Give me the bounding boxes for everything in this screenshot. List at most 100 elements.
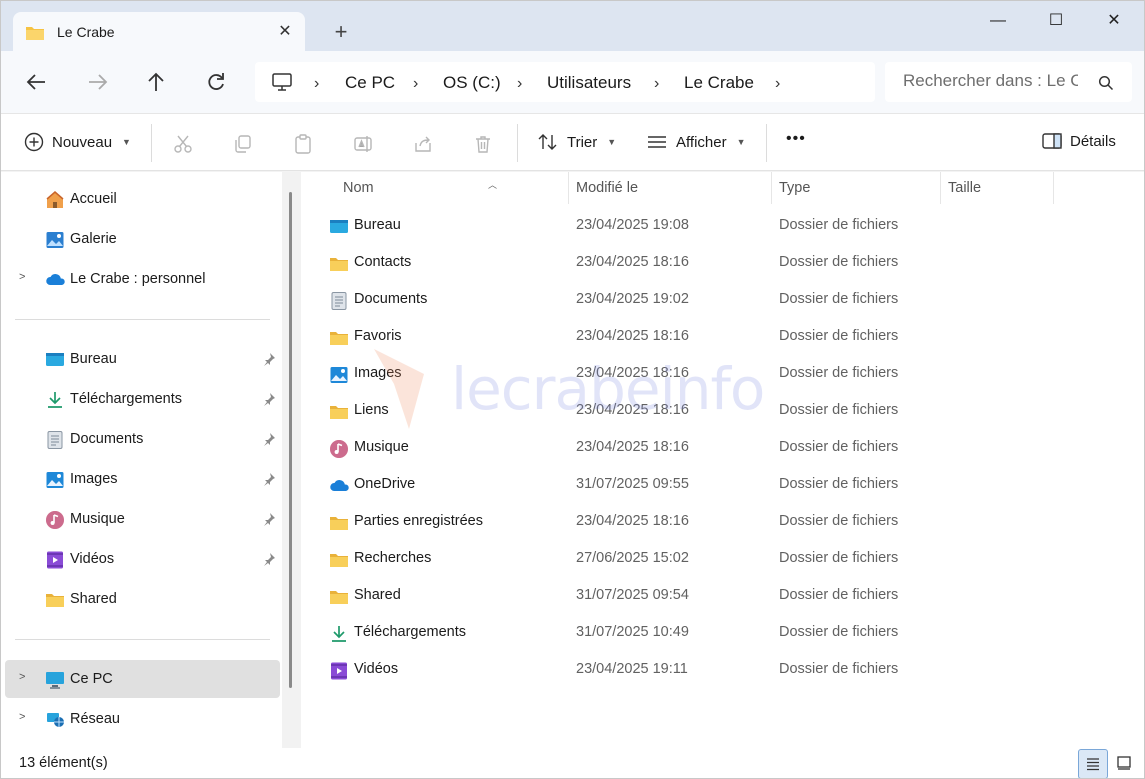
table-row[interactable]: Vidéos 23/04/2025 19:11 Dossier de fichier… — [323, 652, 1133, 689]
table-row[interactable]: Images 23/04/2025 18:16 Dossier de fichier… — [323, 356, 1133, 393]
sidebar-item-musique[interactable]: Musique — [5, 500, 280, 538]
search-box — [885, 62, 1132, 102]
tab-le-crabe[interactable]: Le Crabe ✕ — [13, 12, 305, 52]
tab-close-icon[interactable]: ✕ — [275, 22, 295, 42]
view-button[interactable]: Afficher ▼ — [646, 132, 746, 152]
table-row[interactable]: Téléchargements 31/07/2025 10:49 Dossier d… — [323, 615, 1133, 652]
breadcrumb-le-crabe[interactable]: Le Crabe — [684, 73, 754, 93]
up-arrow-icon[interactable] — [142, 70, 170, 94]
refresh-icon[interactable] — [202, 70, 230, 94]
pin-icon[interactable] — [262, 552, 276, 566]
sidebar-item-images[interactable]: Images — [5, 460, 280, 498]
chevron-down-icon: ▼ — [736, 137, 746, 147]
folder-icon — [329, 513, 349, 533]
download-icon — [45, 390, 65, 410]
column-divider[interactable] — [568, 172, 569, 204]
sidebar-item-vid-os[interactable]: Vidéos — [5, 540, 280, 578]
sidebar-scrollbar-thumb[interactable] — [289, 192, 292, 688]
sidebar-item-accueil[interactable]: Accueil — [5, 180, 280, 218]
file-name: Téléchargements — [354, 624, 467, 640]
maximize-button[interactable]: ☐ — [1034, 9, 1078, 33]
file-modified: 23/04/2025 19:11 — [576, 661, 688, 677]
sidebar-item-label: Shared — [70, 591, 117, 607]
search-input[interactable] — [903, 71, 1078, 91]
paste-icon[interactable] — [293, 134, 313, 154]
sidebar-item-galerie[interactable]: Galerie — [5, 220, 280, 258]
breadcrumb-utilisateurs[interactable]: Utilisateurs — [547, 73, 631, 93]
pin-icon[interactable] — [262, 352, 276, 366]
sidebar-item-label: Documents — [70, 431, 144, 447]
sidebar-item-label: Téléchargements — [70, 391, 183, 407]
sort-button-label: Trier — [567, 133, 598, 151]
column-divider[interactable] — [940, 172, 941, 204]
more-options-button[interactable]: ••• — [786, 130, 806, 148]
sidebar-item-label: Réseau — [70, 711, 120, 727]
chevron-right-icon[interactable]: > — [19, 711, 25, 723]
column-divider[interactable] — [1053, 172, 1054, 204]
cut-icon[interactable] — [173, 134, 193, 154]
details-view-button[interactable] — [1078, 749, 1108, 778]
table-row[interactable]: Bureau 23/04/2025 19:08 Dossier de fichier… — [323, 208, 1133, 245]
chevron-down-icon: ▼ — [122, 137, 131, 147]
delete-icon[interactable] — [473, 134, 493, 154]
new-tab-button[interactable]: + — [329, 20, 353, 44]
search-icon[interactable] — [1098, 75, 1114, 91]
table-row[interactable]: Musique 23/04/2025 18:16 Dossier de fichie… — [323, 430, 1133, 467]
pin-icon[interactable] — [262, 432, 276, 446]
table-row[interactable]: OneDrive 31/07/2025 09:55 Dossier de fichi… — [323, 467, 1133, 504]
tiles-view-button[interactable] — [1110, 749, 1140, 778]
chevron-right-icon[interactable]: > — [19, 671, 25, 683]
table-row[interactable]: Shared 31/07/2025 09:54 Dossier de fichier… — [323, 578, 1133, 615]
minimize-button[interactable]: — — [976, 9, 1020, 33]
chevron-right-icon[interactable]: > — [19, 271, 25, 283]
address-bar[interactable]: › Ce PC › OS (C:) › Utilisateurs › Le Cr… — [255, 62, 875, 102]
column-divider[interactable] — [771, 172, 772, 204]
close-window-button[interactable]: ✕ — [1092, 9, 1136, 33]
sidebar-item-documents[interactable]: Documents — [5, 420, 280, 458]
table-row[interactable]: Favoris 23/04/2025 18:16 Dossier de fichie… — [323, 319, 1133, 356]
file-name: Contacts — [354, 254, 412, 270]
column-header-modified[interactable]: Modifié le — [576, 180, 638, 196]
file-name: Liens — [354, 402, 389, 418]
pin-icon[interactable] — [262, 512, 276, 526]
sort-button[interactable]: Trier ▼ — [537, 132, 616, 152]
command-bar: Nouveau ▼ Trier ▼ Afficher ▼ ••• Détails — [1, 113, 1144, 171]
column-header-name[interactable]: Nom ︿ — [343, 180, 497, 196]
table-row[interactable]: Documents 23/04/2025 19:02 Dossier de fich… — [323, 282, 1133, 319]
sidebar-scrollbar[interactable] — [282, 172, 301, 748]
details-button-label: Détails — [1070, 132, 1116, 150]
pin-icon[interactable] — [262, 392, 276, 406]
breadcrumb-chevron[interactable]: › — [775, 75, 780, 93]
file-modified: 27/06/2025 15:02 — [576, 550, 689, 566]
table-row[interactable]: Liens 23/04/2025 18:16 Dossier de fichiers — [323, 393, 1133, 430]
file-type: Dossier de fichiers — [779, 587, 899, 603]
folder-icon — [45, 590, 65, 610]
column-header-type[interactable]: Type — [779, 180, 810, 196]
sidebar-item-le-crabe-personnel[interactable]: > Le Crabe : personnel — [5, 260, 280, 298]
gallery-icon — [45, 230, 65, 250]
table-row[interactable]: Recherches 27/06/2025 15:02 Dossier de fic… — [323, 541, 1133, 578]
folder-icon — [329, 402, 349, 422]
folder-icon — [329, 254, 349, 274]
column-header-size[interactable]: Taille — [948, 180, 981, 196]
breadcrumb-ce-pc[interactable]: Ce PC — [345, 73, 395, 93]
file-type: Dossier de fichiers — [779, 217, 899, 233]
new-button[interactable]: Nouveau ▼ — [24, 132, 131, 152]
table-row[interactable]: Contacts 23/04/2025 18:16 Dossier de fichi… — [323, 245, 1133, 282]
sidebar-item-r-seau[interactable]: > Réseau — [5, 700, 280, 738]
share-icon[interactable] — [413, 134, 433, 154]
sidebar-item-label: Galerie — [70, 231, 117, 247]
sidebar-item-shared[interactable]: Shared — [5, 580, 280, 618]
pin-icon[interactable] — [262, 472, 276, 486]
breadcrumb-os-c[interactable]: OS (C:) — [443, 73, 501, 93]
sidebar-item-ce-pc[interactable]: > Ce PC — [5, 660, 280, 698]
copy-icon[interactable] — [233, 134, 253, 154]
rename-icon[interactable] — [353, 134, 373, 154]
back-arrow-icon[interactable] — [23, 70, 51, 94]
sidebar-item-t-l-chargements[interactable]: Téléchargements — [5, 380, 280, 418]
table-row[interactable]: Parties enregistrées 23/04/2025 18:16 Doss… — [323, 504, 1133, 541]
forward-arrow-icon[interactable] — [83, 70, 111, 94]
sidebar-item-bureau[interactable]: Bureau — [5, 340, 280, 378]
details-button[interactable]: Détails — [1042, 132, 1116, 150]
file-type: Dossier de fichiers — [779, 476, 899, 492]
